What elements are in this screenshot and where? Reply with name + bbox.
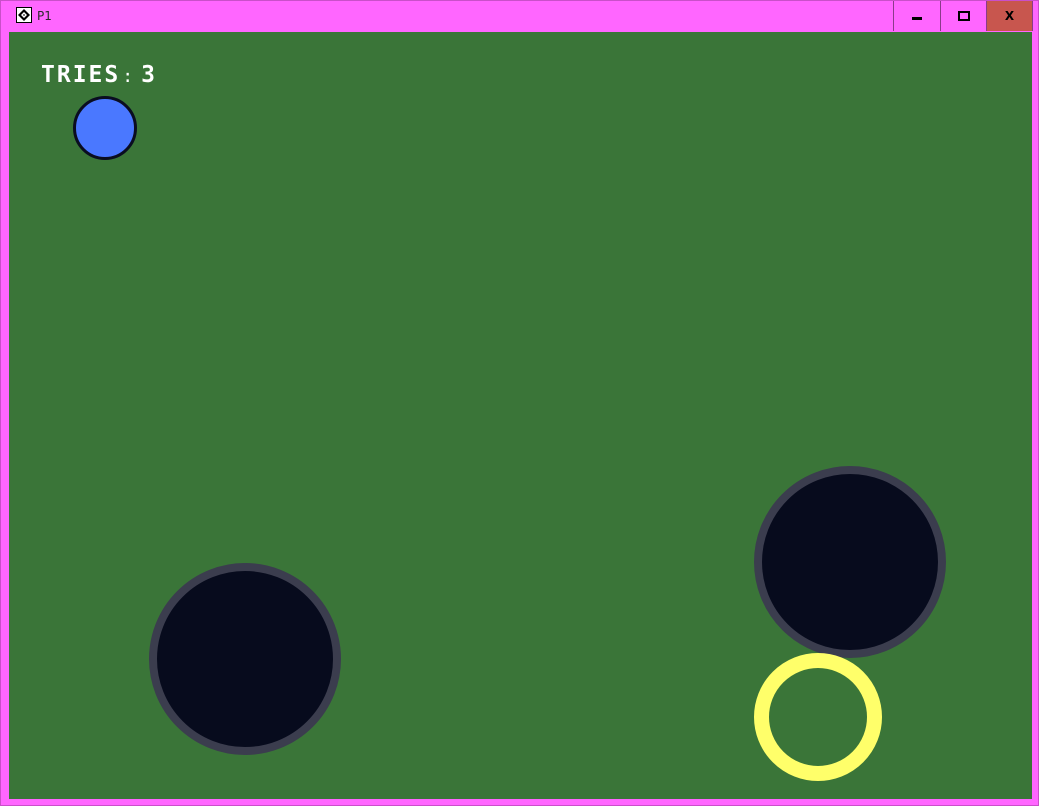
maximize-icon (957, 11, 970, 21)
close-icon: X (1004, 9, 1015, 23)
minimize-button[interactable] (893, 1, 939, 31)
tries-counter: TRIES:3 (41, 62, 157, 90)
close-button[interactable]: X (986, 1, 1033, 31)
app-logo-icon (16, 7, 32, 23)
title-bar[interactable]: P1 X (1, 1, 1038, 31)
tries-value: 3 (141, 62, 157, 88)
window-title: P1 (37, 9, 52, 23)
goal-ring (754, 653, 882, 781)
game-canvas[interactable]: TRIES:3 (9, 32, 1032, 799)
player-ball[interactable] (73, 96, 137, 160)
hole-left (149, 563, 341, 755)
app-window: P1 X TRIES:3 (0, 0, 1039, 806)
minimize-icon (911, 16, 922, 20)
tries-label: TRIES (41, 62, 121, 88)
tries-separator: : (122, 66, 136, 87)
hole-right (754, 466, 946, 658)
maximize-button[interactable] (940, 1, 986, 31)
